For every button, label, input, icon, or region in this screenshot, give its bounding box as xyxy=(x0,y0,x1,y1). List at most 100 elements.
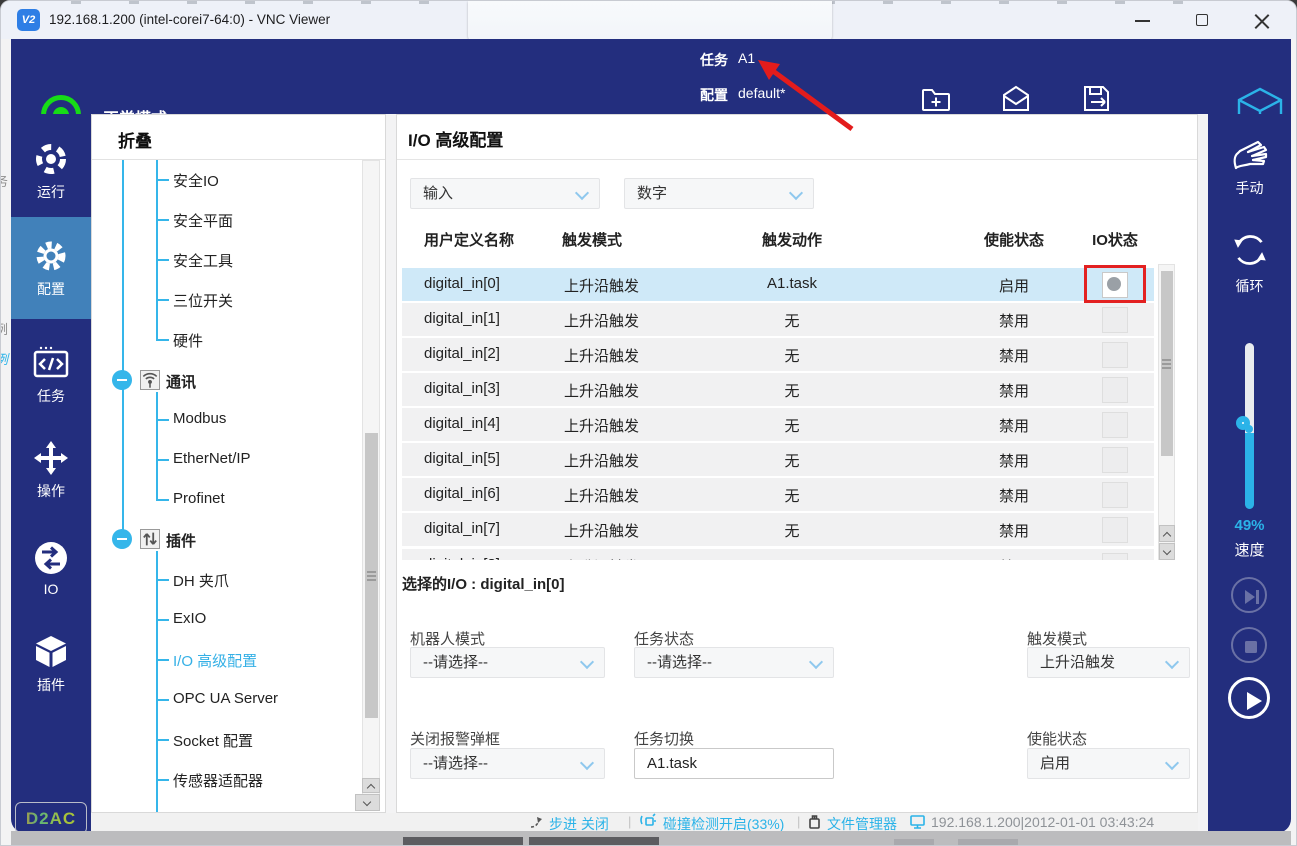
enable-state-select[interactable]: 启用 xyxy=(1027,748,1190,779)
tree-item-safety-plane[interactable]: 安全平面 xyxy=(173,210,233,231)
tree-tick xyxy=(156,419,169,421)
cell-trigger-mode: 上升沿触发 xyxy=(564,485,639,506)
table-row[interactable]: digital_in[8] 上升沿触发 无 禁用 xyxy=(402,549,1154,560)
table-scrollbar[interactable] xyxy=(1158,264,1175,560)
cell-enable: 启用 xyxy=(964,275,1064,296)
tree-item-io-advanced-config[interactable]: I/O 高级配置 xyxy=(173,650,257,671)
cell-action: 无 xyxy=(692,380,892,401)
tree-scroll-down-button[interactable] xyxy=(355,794,380,811)
trigger-mode-value: 上升沿触发 xyxy=(1040,654,1115,671)
table-row[interactable]: digital_in[3] 上升沿触发 无 禁用 xyxy=(402,373,1154,406)
tree-item-profinet[interactable]: Profinet xyxy=(173,490,225,507)
sidebar-item-task[interactable]: 任务 xyxy=(11,345,91,406)
io-state-indicator[interactable] xyxy=(1102,447,1128,473)
tree-item-three-pos-switch[interactable]: 三位开关 xyxy=(173,290,233,311)
robot-mode-select[interactable]: --请选择-- xyxy=(410,647,605,678)
io-state-indicator[interactable] xyxy=(1102,517,1128,543)
edge-text-fragment: 例 xyxy=(1,349,8,368)
sidebar-item-operate[interactable]: 操作 xyxy=(11,440,91,501)
maximize-button[interactable] xyxy=(1196,14,1208,26)
enable-state-value: 启用 xyxy=(1040,755,1070,772)
table-row[interactable]: digital_in[1] 上升沿触发 无 禁用 xyxy=(402,303,1154,336)
sidebar-item-io[interactable]: IO xyxy=(11,540,91,597)
tree-item-modbus[interactable]: Modbus xyxy=(173,410,226,427)
play-icon xyxy=(1231,680,1273,722)
table-row[interactable]: digital_in[4] 上升沿触发 无 禁用 xyxy=(402,408,1154,441)
enable-state-label: 使能状态 xyxy=(1027,728,1087,749)
loop-mode-button[interactable]: 循环 xyxy=(1208,229,1291,296)
tree-item-dh-gripper[interactable]: DH 夹爪 xyxy=(173,570,229,591)
tree-item-exio[interactable]: ExIO xyxy=(173,610,206,627)
tree-tick xyxy=(156,499,169,501)
sidebar-item-label: 任务 xyxy=(37,388,65,404)
io-state-indicator[interactable] xyxy=(1102,553,1128,560)
io-state-indicator[interactable] xyxy=(1102,482,1128,508)
table-row[interactable]: digital_in[5] 上升沿触发 无 禁用 xyxy=(402,443,1154,476)
io-state-indicator[interactable] xyxy=(1102,307,1128,333)
minimize-button[interactable] xyxy=(1135,20,1150,22)
table-scroll-up-button[interactable] xyxy=(1159,525,1175,542)
io-state-indicator[interactable] xyxy=(1102,342,1128,368)
table-scroll-down-button[interactable] xyxy=(1159,543,1175,560)
cell-action: A1.task xyxy=(692,275,892,292)
table-scrollbar-thumb[interactable] xyxy=(1161,271,1173,456)
play-button[interactable] xyxy=(1228,677,1270,719)
speed-slider-handle[interactable] xyxy=(1236,416,1250,430)
cell-action: 无 xyxy=(692,415,892,436)
sidebar-item-plugin[interactable]: 插件 xyxy=(11,634,91,695)
d2ac-button[interactable]: D2AC xyxy=(15,802,87,834)
tree-scrollbar[interactable] xyxy=(362,160,380,810)
tree-item-hardware[interactable]: 硬件 xyxy=(173,330,203,351)
trigger-mode-label: 触发模式 xyxy=(1027,628,1087,649)
tree-tick xyxy=(156,699,169,701)
sidebar-item-label: 插件 xyxy=(37,677,65,693)
stop-icon xyxy=(1233,629,1269,665)
chevron-down-icon xyxy=(1165,756,1179,770)
config-value: default* xyxy=(738,85,785,101)
manual-mode-button[interactable]: 手动 xyxy=(1208,137,1291,198)
tree-collapse-header[interactable]: 折叠 xyxy=(118,127,152,152)
table-row[interactable]: digital_in[2] 上升沿触发 无 禁用 xyxy=(402,338,1154,371)
panel-title: I/O 高级配置 xyxy=(408,126,503,151)
separator: | xyxy=(628,814,631,829)
cell-trigger-mode: 上升沿触发 xyxy=(564,310,639,331)
io-type-select[interactable]: 数字 xyxy=(624,178,814,209)
cutoff-fragment xyxy=(958,839,1018,845)
table-row[interactable]: digital_in[6] 上升沿触发 无 禁用 xyxy=(402,478,1154,511)
sidebar-item-config[interactable]: 配置 xyxy=(11,238,91,299)
step-forward-button[interactable] xyxy=(1231,577,1267,613)
edge-text-fragment: 例 xyxy=(1,319,8,338)
stop-button[interactable] xyxy=(1231,627,1267,663)
io-state-indicator[interactable] xyxy=(1102,377,1128,403)
cell-enable: 禁用 xyxy=(964,415,1064,436)
tree-scrollbar-thumb[interactable] xyxy=(365,433,378,718)
vnc-viewer-window: V2 192.168.1.200 (intel-corei7-64:0) - V… xyxy=(0,0,1297,846)
task-switch-input[interactable]: A1.task xyxy=(634,748,834,779)
io-state-indicator[interactable] xyxy=(1102,412,1128,438)
tree-item-safety-tool[interactable]: 安全工具 xyxy=(173,250,233,271)
tree-group-comm[interactable]: 通讯 xyxy=(166,371,196,392)
sidebar-item-run[interactable]: 运行 xyxy=(11,141,91,202)
task-state-select[interactable]: --请选择-- xyxy=(634,647,834,678)
cell-name: digital_in[5] xyxy=(424,450,500,467)
tree-scroll-up-button[interactable] xyxy=(362,778,380,793)
trigger-mode-select[interactable]: 上升沿触发 xyxy=(1027,647,1190,678)
tree-item-safety-io[interactable]: 安全IO xyxy=(173,170,219,191)
tree-group-plugin[interactable]: 插件 xyxy=(166,530,196,551)
close-alarm-popup-select[interactable]: --请选择-- xyxy=(410,748,605,779)
tree-item-opc-ua-server[interactable]: OPC UA Server xyxy=(173,690,278,707)
table-row[interactable]: digital_in[0] 上升沿触发 A1.task 启用 xyxy=(402,268,1154,301)
collapse-node-icon[interactable] xyxy=(112,529,132,549)
run-target-icon xyxy=(11,141,91,177)
tree-item-ethernet-ip[interactable]: EtherNet/IP xyxy=(173,450,251,467)
io-type-value: 数字 xyxy=(637,185,667,202)
move-arrows-icon xyxy=(11,440,91,476)
table-row[interactable]: digital_in[7] 上升沿触发 无 禁用 xyxy=(402,513,1154,546)
speed-slider-fill[interactable] xyxy=(1245,433,1254,509)
tree-item-socket-config[interactable]: Socket 配置 xyxy=(173,730,253,751)
close-button[interactable] xyxy=(1254,13,1269,28)
io-direction-select[interactable]: 输入 xyxy=(410,178,600,209)
collapse-node-icon[interactable] xyxy=(112,370,132,390)
tree-item-sensor-adapter[interactable]: 传感器适配器 xyxy=(173,770,263,791)
chevron-down-icon xyxy=(1165,655,1179,669)
